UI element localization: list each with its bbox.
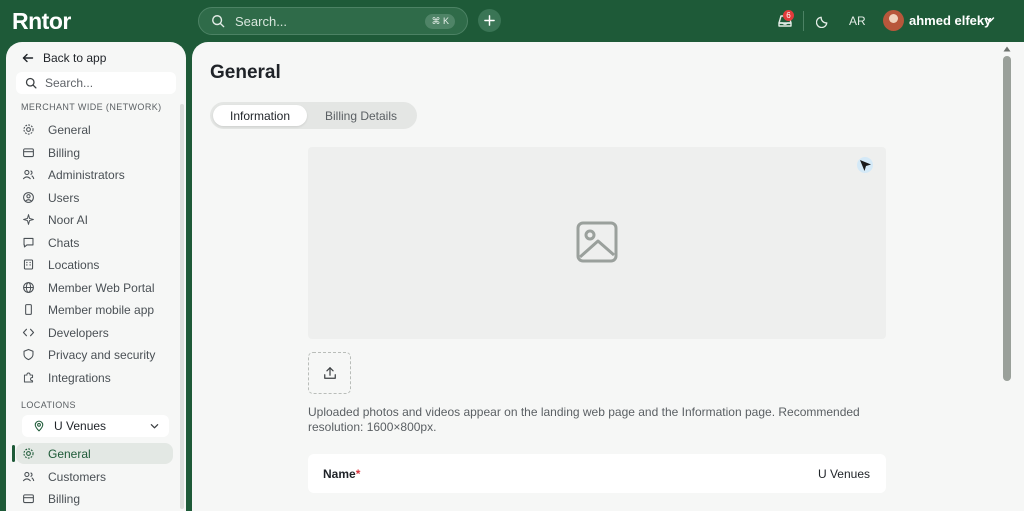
sidebar-item-general[interactable]: General (16, 119, 173, 140)
sidebar-item-integrations[interactable]: Integrations (16, 367, 173, 388)
sidebar-item-chats[interactable]: Chats (16, 232, 173, 253)
global-search-input[interactable]: Search... ⌘ K (198, 7, 468, 35)
sidebar-item-administrators[interactable]: Administrators (16, 164, 173, 185)
puzzle-icon (23, 372, 34, 383)
search-icon (25, 77, 37, 89)
gear-icon (23, 448, 34, 459)
sidebar-item-label: Billing (48, 491, 81, 506)
location-select-value: U Venues (54, 419, 107, 433)
section-label-locations: LOCATIONS (21, 400, 76, 410)
sidebar-item-noor-ai[interactable]: Noor AI (16, 209, 173, 230)
tab-information[interactable]: Information (213, 105, 307, 126)
back-to-app-label: Back to app (43, 51, 107, 65)
user-circle-icon (23, 192, 34, 203)
globe-icon (23, 282, 34, 293)
name-label-text: Name (323, 467, 356, 481)
sidebar-item-label: General (48, 446, 91, 461)
global-search-placeholder: Search... (235, 13, 288, 29)
name-field[interactable]: Name* U Venues (308, 454, 886, 493)
arrow-left-icon (22, 53, 34, 63)
back-to-app-link[interactable]: Back to app (22, 51, 106, 65)
sidebar-item-label: Integrations (48, 370, 111, 385)
plus-icon (484, 15, 495, 26)
sidebar-scrollbar[interactable] (180, 104, 184, 509)
sidebar-item-label: Developers (48, 325, 109, 340)
upload-icon (323, 367, 336, 379)
sidebar-item-label: Member mobile app (48, 302, 155, 317)
sidebar-item-customers[interactable]: Customers (16, 466, 173, 487)
users-icon (22, 471, 35, 482)
sidebar-item-label: Locations (48, 257, 100, 272)
sidebar-item-member-mobile-app[interactable]: Member mobile app (16, 299, 173, 320)
add-button[interactable] (478, 9, 501, 32)
top-bar: Rntor Search... ⌘ K 6 AR ahmed elfeky (0, 0, 1024, 42)
search-shortcut-badge: ⌘ K (425, 14, 455, 29)
sidebar-item-label: Chats (48, 235, 80, 250)
chat-icon (23, 237, 34, 248)
app-logo[interactable]: Rntor (12, 8, 71, 35)
upload-help-text: Uploaded photos and videos appear on the… (308, 405, 860, 434)
location-select[interactable]: U Venues (22, 415, 169, 437)
sidebar-item-label: Noor AI (48, 212, 89, 227)
section-label-network: MERCHANT WIDE (NETWORK) (21, 102, 162, 112)
name-field-value[interactable]: U Venues (818, 467, 870, 481)
chevron-down-icon (150, 424, 159, 429)
media-preview[interactable] (308, 147, 886, 339)
wallet-icon (23, 148, 34, 158)
tab-group: Information Billing Details (210, 102, 417, 129)
required-mark: * (355, 467, 361, 481)
sidebar-search-input[interactable]: Search... (16, 72, 176, 94)
scroll-up-arrow-icon[interactable] (1003, 46, 1011, 52)
sidebar-item-developers[interactable]: Developers (16, 322, 173, 343)
image-placeholder-icon (576, 221, 618, 263)
notifications-badge: 6 (783, 10, 794, 21)
code-icon (22, 328, 35, 337)
topbar-divider (803, 11, 804, 31)
tab-billing-details[interactable]: Billing Details (311, 105, 411, 126)
map-pin-icon (34, 420, 44, 432)
settings-sidebar: Back to app Search... MERCHANT WIDE (NET… (6, 42, 186, 511)
sidebar-item-member-web-portal[interactable]: Member Web Portal (16, 277, 173, 298)
sidebar-item-users[interactable]: Users (16, 187, 173, 208)
sidebar-item-location-general[interactable]: General (12, 443, 173, 464)
sidebar-item-locations[interactable]: Locations (16, 254, 173, 275)
sidebar-item-privacy-and-security[interactable]: Privacy and security (16, 344, 173, 365)
main-content: General Information Billing Details Uplo… (192, 42, 1024, 511)
main-scrollbar-thumb[interactable] (1003, 56, 1011, 381)
cursor-icon (857, 157, 873, 173)
name-field-label: Name* (323, 467, 360, 481)
sidebar-item-label: Member Web Portal (48, 280, 155, 295)
moon-icon[interactable] (816, 13, 831, 28)
sidebar-item-label: Administrators (48, 167, 125, 182)
sidebar-item-label: Billing (48, 145, 81, 160)
sidebar-item-label: Privacy and security (48, 347, 156, 362)
gear-icon (23, 124, 34, 135)
sidebar-item-billing[interactable]: Billing (16, 142, 173, 163)
shield-icon (23, 348, 34, 361)
phone-icon (25, 304, 32, 315)
chevron-down-icon[interactable] (985, 15, 995, 25)
sidebar-item-location-billing[interactable]: Billing (16, 488, 173, 509)
wallet-icon (23, 494, 34, 504)
user-name[interactable]: ahmed elfeky (909, 13, 991, 28)
avatar[interactable] (883, 10, 904, 31)
sidebar-item-label: Customers (48, 469, 107, 484)
language-toggle[interactable]: AR (849, 14, 866, 28)
sidebar-search-placeholder: Search... (45, 76, 94, 90)
sparkles-icon (23, 214, 34, 225)
search-icon (212, 15, 225, 28)
sidebar-item-label: General (48, 122, 91, 137)
upload-button[interactable] (308, 352, 351, 394)
building-icon (23, 259, 34, 270)
page-title: General (210, 62, 281, 83)
sidebar-item-label: Users (48, 190, 80, 205)
users-icon (22, 169, 35, 180)
